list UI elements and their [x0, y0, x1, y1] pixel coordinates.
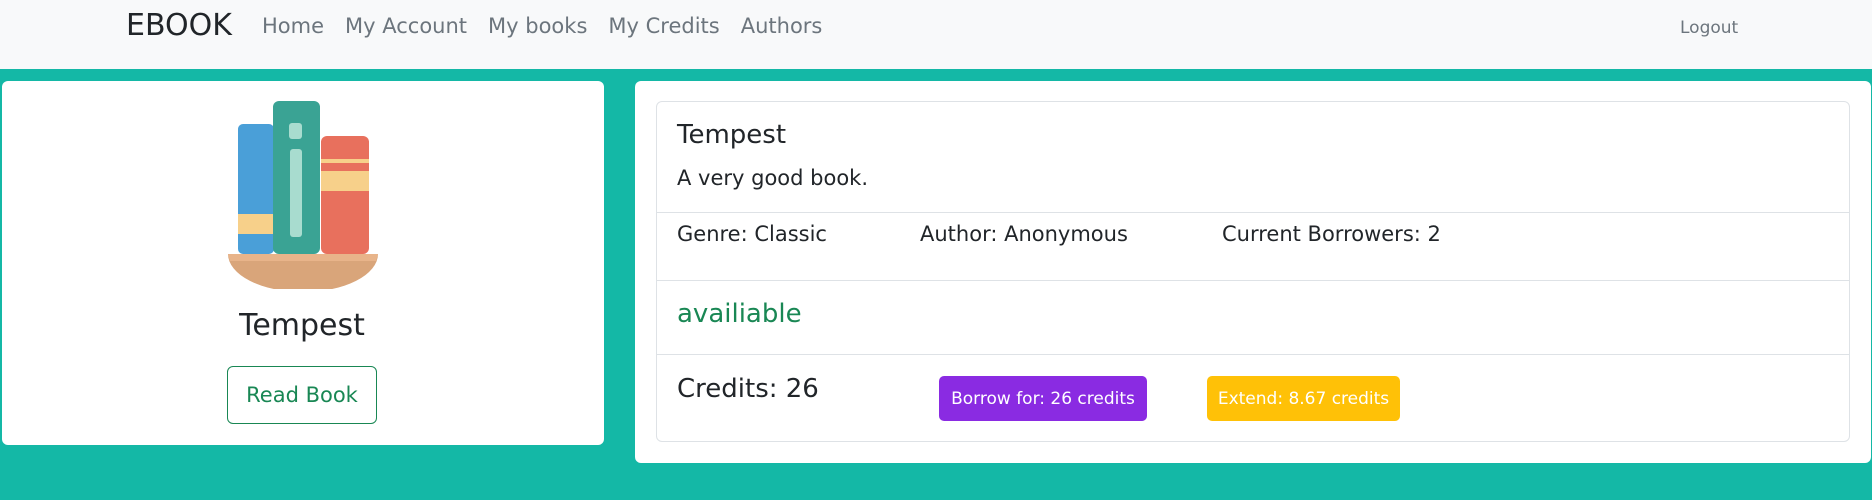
nav-link-my-credits[interactable]: My Credits	[608, 14, 719, 38]
nav-link-authors[interactable]: Authors	[741, 14, 823, 38]
availability-status: availiable	[677, 299, 802, 329]
brand-logo[interactable]: EBOOK	[126, 8, 232, 43]
books-on-shelf-icon	[228, 101, 378, 289]
divider	[657, 212, 1849, 213]
extend-button[interactable]: Extend: 8.67 credits	[1207, 376, 1400, 421]
book-cover-title: Tempest	[239, 308, 365, 343]
nav-link-my-books[interactable]: My books	[488, 14, 587, 38]
logout-link[interactable]: Logout	[1680, 18, 1738, 38]
divider	[657, 354, 1849, 355]
book-genre: Genre: Classic	[677, 222, 827, 246]
read-book-button[interactable]: Read Book	[227, 366, 377, 424]
nav-link-home[interactable]: Home	[262, 14, 324, 38]
book-borrowers: Current Borrowers: 2	[1222, 222, 1441, 246]
borrow-button[interactable]: Borrow for: 26 credits	[939, 376, 1147, 421]
nav-link-my-account[interactable]: My Account	[345, 14, 467, 38]
book-title: Tempest	[677, 120, 787, 150]
nav-links: Home My Account My books My Credits Auth…	[262, 14, 822, 38]
book-author: Author: Anonymous	[920, 222, 1128, 246]
book-description: A very good book.	[677, 166, 869, 190]
divider	[657, 280, 1849, 281]
book-credits: Credits: 26	[677, 374, 819, 404]
navbar: EBOOK Home My Account My books My Credit…	[0, 0, 1872, 69]
